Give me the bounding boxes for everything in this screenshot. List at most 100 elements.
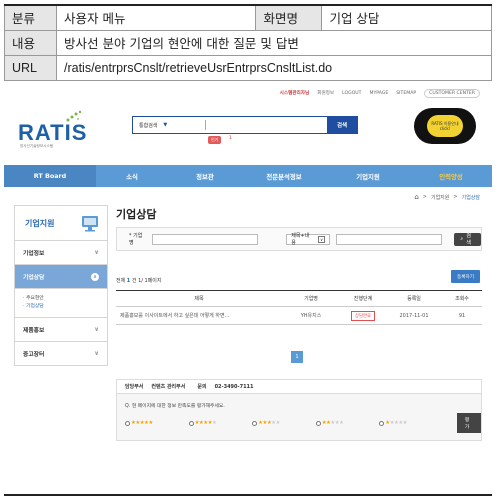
star-rating-icon: ★★★★★ (385, 420, 407, 426)
rating-radio[interactable] (315, 420, 321, 426)
column-header-status: 진행단계 (340, 290, 386, 307)
tel-label: 문의 (197, 384, 207, 390)
column-header-title: 제목 (116, 290, 282, 307)
sidebar-item-promotion[interactable]: 제품홍보 ∨ (14, 318, 108, 342)
table-row[interactable]: 제품홍보를 이사이트에서 하고 싶은데 어떻게 하면... YH유지스 상담완료… (116, 306, 482, 325)
nav-info[interactable]: 정보관 (168, 172, 242, 181)
content-value: 방사선 분야 기업의 현안에 대한 질문 및 답변 (56, 29, 492, 56)
star-rating-icon: ★★★★★ (131, 420, 153, 426)
field-select[interactable]: 제목+내용 ∨ (286, 233, 330, 246)
rating-option-3[interactable]: ★★★★★ (252, 420, 306, 426)
sidebar: 기업지원 기업정보 ∨ 기업상담 ∧ · 주요현안 · 기업상담 제품홍보 ∨ … (14, 205, 108, 366)
search-icon: ⌕ (460, 235, 464, 242)
chevron-down-icon: ▼ (163, 122, 168, 128)
satisfaction-survey: 담당부서 컨텐츠 관리부서 문의 02-3490-7111 Q. 현 페이지에 … (116, 379, 482, 441)
rate-button[interactable]: 평가 (456, 413, 481, 433)
breadcrumb-item[interactable]: 기업상담 (462, 194, 480, 201)
column-header-company: 기업명 (282, 290, 340, 307)
rating-radio[interactable] (252, 420, 258, 426)
chevron-down-icon: ∨ (94, 249, 99, 256)
global-search: 통합검색 ▼ 검색 (132, 116, 358, 134)
logo-wordmark: RATIS (18, 120, 88, 145)
sidebar-submenu: · 주요현안 · 기업상담 (14, 289, 108, 318)
row-date: 2017-11-01 (386, 306, 442, 325)
search-scope-select[interactable]: 통합검색 ▼ (133, 122, 205, 129)
survey-header: 담당부서 컨텐츠 관리부서 문의 02-3490-7111 (117, 380, 481, 394)
guide-banner-text: RATIS 이용안내 click! (427, 115, 463, 137)
star-rating-icon: ★★★★★ (258, 420, 280, 426)
dept-label: 담당부서 (125, 384, 144, 390)
row-views: 91 (442, 306, 482, 325)
search-input[interactable] (206, 117, 327, 133)
home-icon[interactable]: ⌂ (414, 193, 418, 201)
keyword-input[interactable] (336, 233, 443, 245)
sidebar-title: 기업지원 (25, 218, 55, 228)
rating-option-2[interactable]: ★★★★★ (315, 420, 370, 426)
sidebar-item-consulting[interactable]: 기업상담 ∧ (14, 265, 108, 289)
computer-icon (82, 216, 98, 232)
nav-analysis[interactable]: 전문분석정보 (242, 172, 326, 181)
screen-name-value: 기업 상담 (321, 4, 492, 31)
rating-radio[interactable] (379, 420, 385, 426)
row-company: YH유지스 (282, 306, 340, 325)
screenshot: 시스템관리자님 회원정보 LOGOUT MYPAGE SITEMAP CUSTO… (4, 86, 492, 496)
sidebar-subitem-issues[interactable]: · 주요현안 (23, 295, 99, 303)
popular-keyword-badge[interactable]: 인기 (208, 136, 222, 144)
chevron-down-icon: ∨ (94, 350, 99, 357)
guide-banner[interactable]: RATIS 이용안내 click! (414, 108, 476, 144)
main-navigation: RT Board 소식 정보관 전문분석정보 기업지원 인력양성 (4, 165, 492, 187)
user-name: 시스템관리자님 (279, 91, 310, 96)
search-filter: * 기업명 제목+내용 ∨ ⌕ 검색 (116, 227, 482, 251)
category-value: 사용자 메뉴 (55, 4, 257, 31)
doc-info-table: 분류 사용자 메뉴 화면명 기업 상담 내용 방사선 분야 기업의 현안에 대한… (4, 4, 492, 81)
sidebar-item-label: 기업정보 (23, 251, 45, 257)
popular-keyword-count: 1 (229, 136, 232, 141)
url-label: URL (4, 54, 57, 81)
chevron-down-icon: ∨ (318, 235, 325, 243)
page-title: 기업상담 (116, 208, 157, 221)
search-scope-label: 통합검색 (139, 122, 158, 129)
company-label: * 기업명 (129, 233, 143, 246)
result-count: 전체 1 건 1/ 1페이지 (116, 278, 162, 284)
column-header-views: 조회수 (442, 290, 482, 307)
rating-radio[interactable] (188, 420, 194, 426)
mypage-link[interactable]: MYPAGE (369, 91, 388, 96)
sidebar-subitem-consulting[interactable]: · 기업상담 (23, 303, 99, 311)
sidebar-item-market[interactable]: 중고장터 ∨ (14, 342, 108, 366)
url-value: /ratis/entrprsCnslt/retrieveUsrEntrprsCn… (56, 54, 492, 81)
tel-value: 02-3490-7111 (214, 383, 254, 390)
register-button[interactable]: 등록하기 (451, 270, 480, 283)
rating-option-4[interactable]: ★★★★★ (188, 420, 243, 426)
content-label: 내용 (4, 29, 57, 56)
member-info-link[interactable]: 회원정보 (317, 90, 334, 96)
nav-rt-board[interactable]: RT Board (4, 165, 96, 187)
customer-center-link[interactable]: CUSTOMER CENTER (424, 88, 480, 98)
sidebar-item-company-info[interactable]: 기업정보 ∨ (14, 241, 108, 265)
company-input[interactable] (151, 233, 259, 245)
sitemap-link[interactable]: SITEMAP (396, 91, 416, 96)
logout-link[interactable]: LOGOUT (342, 91, 361, 96)
filter-search-button[interactable]: ⌕ 검색 (454, 232, 481, 246)
screen-name-label: 화면명 (255, 4, 323, 31)
ratis-logo[interactable]: RATIS 방사선기술정보시스템 (18, 110, 94, 150)
category-label: 분류 (4, 4, 57, 31)
breadcrumb-item[interactable]: 기업지원 (431, 194, 449, 201)
rating-option-1[interactable]: ★★★★★ (379, 420, 433, 426)
star-rating-icon: ★★★★★ (321, 420, 344, 426)
row-title[interactable]: 제품홍보를 이사이트에서 하고 싶은데 어떻게 하면... (116, 306, 282, 325)
dept-value: 컨텐츠 관리부서 (151, 384, 186, 390)
rating-radio[interactable] (125, 420, 130, 426)
page-button[interactable]: 1 (291, 351, 303, 363)
rating-option-5[interactable]: ★★★★★ (125, 420, 179, 426)
search-button[interactable]: 검색 (327, 117, 357, 133)
nav-news[interactable]: 소식 (96, 172, 168, 181)
logo-subtitle: 방사선기술정보시스템 (20, 144, 54, 148)
chevron-up-icon: ∧ (91, 272, 99, 281)
consulting-table: 제목 기업명 진행단계 등록일 조회수 제품홍보를 이사이트에서 하고 싶은데 … (116, 290, 482, 325)
nav-company-support[interactable]: 기업지원 (326, 172, 410, 181)
rating-options: ★★★★★ ★★★★★ ★★★★★ ★★★★★ ★★★★★ 평가 (117, 413, 481, 433)
survey-question: Q. 현 페이지에 대한 정보 만족도를 평가해주세요. (125, 404, 225, 409)
sidebar-item-label: 중고장터 (23, 352, 45, 358)
nav-training[interactable]: 인력양성 (410, 172, 492, 181)
breadcrumb: ⌂ > 기업지원 > 기업상담 (414, 193, 480, 201)
